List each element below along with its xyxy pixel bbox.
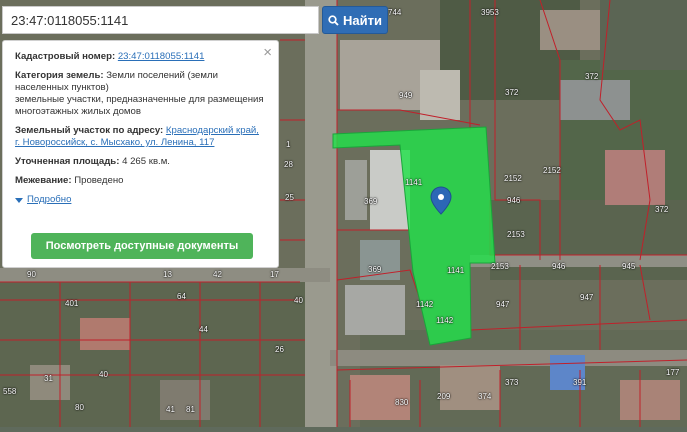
area-value: 4 265 кв.м. bbox=[122, 156, 170, 167]
find-button-label: Найти bbox=[343, 12, 382, 28]
parcel-label: 13 bbox=[163, 270, 172, 279]
parcel-label: 64 bbox=[177, 292, 186, 301]
survey-row: Межевание: Проведено bbox=[15, 175, 266, 187]
address-label: Земельный участок по адресу: bbox=[15, 125, 164, 136]
search-input[interactable] bbox=[3, 7, 318, 33]
address-row: Земельный участок по адресу: Краснодарск… bbox=[15, 125, 266, 149]
parcel-label: 946 bbox=[507, 196, 521, 205]
parcel-label: 209 bbox=[437, 392, 451, 401]
cadastral-number-link[interactable]: 23:47:0118055:1141 bbox=[118, 51, 205, 62]
parcel-label: 369 bbox=[368, 265, 382, 274]
parcel-label: 373 bbox=[505, 378, 519, 387]
parcel-label: 31 bbox=[44, 374, 53, 383]
parcel-label: 177 bbox=[666, 368, 680, 377]
land-category-label: Категория земель: bbox=[15, 70, 104, 81]
parcel-label: 372 bbox=[505, 88, 519, 97]
parcel-label: 391 bbox=[573, 378, 587, 387]
area-label: Уточненная площадь: bbox=[15, 156, 120, 167]
parcel-label: 40 bbox=[294, 296, 303, 305]
parcel-label: 947 bbox=[580, 293, 594, 302]
parcel-label: 2153 bbox=[491, 262, 509, 271]
survey-label: Межевание: bbox=[15, 175, 72, 186]
parcel-label: 374 bbox=[478, 392, 492, 401]
triangle-down-icon bbox=[15, 197, 23, 203]
parcel-label: 44 bbox=[199, 325, 208, 334]
details-link[interactable]: Подробно bbox=[27, 194, 71, 206]
parcel-label: 401 bbox=[65, 299, 79, 308]
parcel-label: 80 bbox=[75, 403, 84, 412]
cadastral-number-label: Кадастровый номер: bbox=[15, 51, 116, 62]
survey-value: Проведено bbox=[74, 175, 124, 186]
parcel-label: 28 bbox=[284, 160, 293, 169]
parcel-label: 81 bbox=[186, 405, 195, 414]
parcel-label: 2152 bbox=[504, 174, 522, 183]
cadastral-number-row: Кадастровый номер: 23:47:0118055:1141 bbox=[15, 51, 266, 63]
parcel-label: 26 bbox=[275, 345, 284, 354]
land-category-row: Категория земель: Земли поселений (земли… bbox=[15, 70, 266, 118]
parcel-label: 369 bbox=[364, 197, 378, 206]
details-toggle[interactable]: Подробно bbox=[15, 194, 266, 206]
parcel-label: 744 bbox=[388, 8, 402, 17]
parcel-label: 2153 bbox=[507, 230, 525, 239]
parcel-label: 949 bbox=[399, 91, 413, 100]
parcel-label: 947 bbox=[496, 300, 510, 309]
parcel-label: 1142 bbox=[436, 316, 454, 325]
parcel-label: 830 bbox=[395, 398, 409, 407]
parcel-label: 945 bbox=[622, 262, 636, 271]
parcel-label: 1 bbox=[286, 140, 291, 149]
parcel-label: 1141 bbox=[447, 266, 465, 275]
search-box[interactable] bbox=[2, 6, 319, 34]
parcel-label: 3953 bbox=[481, 8, 499, 17]
parcel-info-popup: × Кадастровый номер: 23:47:0118055:1141 … bbox=[2, 40, 279, 268]
parcel-label: 42 bbox=[213, 270, 222, 279]
parcel-label: 372 bbox=[585, 72, 599, 81]
parcel-label: 25 bbox=[285, 193, 294, 202]
parcel-label: 90 bbox=[27, 270, 36, 279]
parcel-label: 1141 bbox=[405, 178, 423, 187]
area-row: Уточненная площадь: 4 265 кв.м. bbox=[15, 156, 266, 168]
close-icon[interactable]: × bbox=[263, 45, 272, 60]
parcel-label: 41 bbox=[166, 405, 175, 414]
land-purpose-value: земельные участки, предназначенные для р… bbox=[15, 94, 264, 117]
view-documents-button[interactable]: Посмотреть доступные документы bbox=[31, 233, 253, 259]
parcel-label: 40 bbox=[99, 370, 108, 379]
parcel-label: 2152 bbox=[543, 166, 561, 175]
find-button[interactable]: Найти bbox=[322, 6, 388, 34]
parcel-label: 946 bbox=[552, 262, 566, 271]
parcel-label: 17 bbox=[270, 270, 279, 279]
parcel-label: 372 bbox=[655, 205, 669, 214]
parcel-label: 558 bbox=[3, 387, 17, 396]
magnifier-icon bbox=[328, 14, 339, 26]
parcel-label: 1142 bbox=[416, 300, 434, 309]
